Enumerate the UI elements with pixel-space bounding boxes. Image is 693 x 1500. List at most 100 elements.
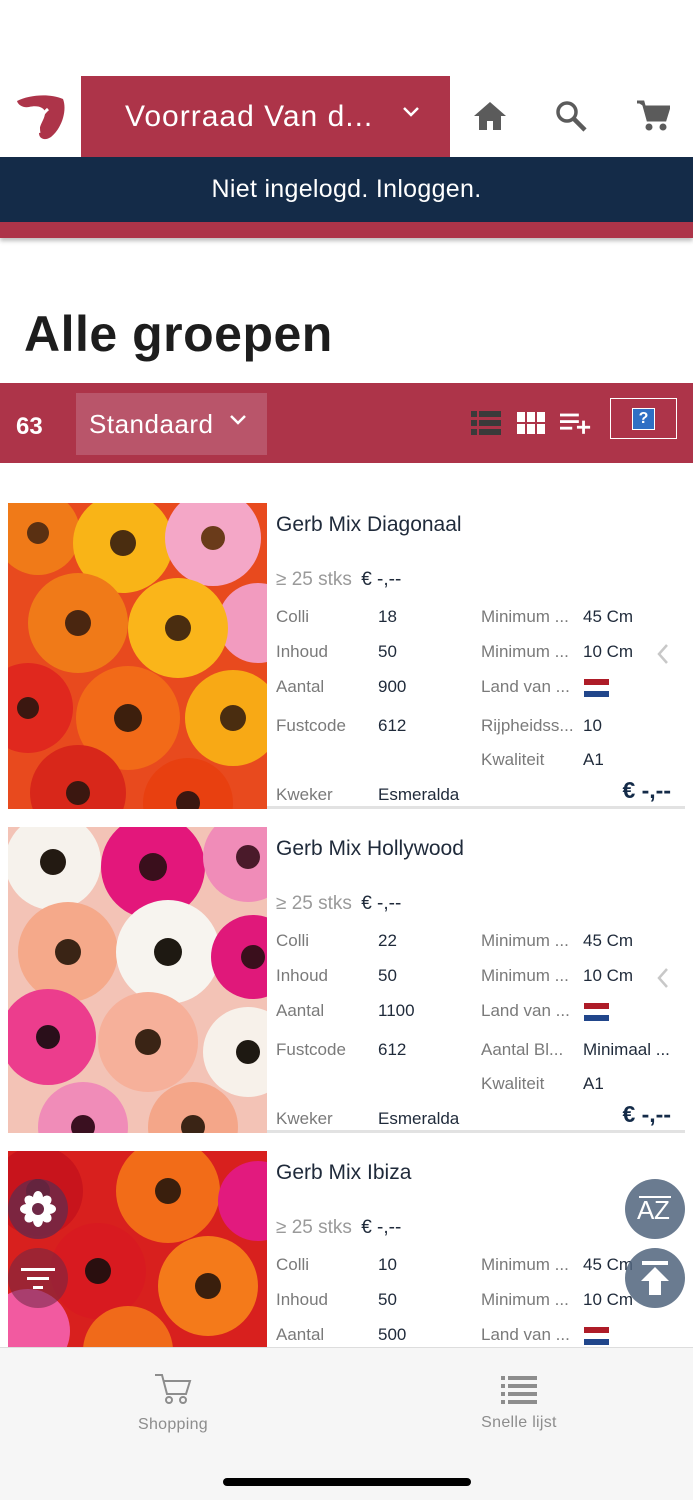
cart-button[interactable] [633,96,673,136]
attr-value: A1 [583,750,604,769]
attr-value: 10 [583,716,602,735]
attr-value: 50 [378,966,397,985]
attr-value: 1100 [378,1001,415,1020]
product-image[interactable] [8,827,267,1133]
page-title: Alle groepen [24,306,333,362]
attr-value: 10 [378,1255,397,1274]
store-selector-label: Voorraad Van d... [125,99,374,133]
attr-value: 900 [378,677,407,696]
attr-value: 500 [378,1325,407,1344]
grower-value: Esmeralda [378,785,460,804]
chevron-down-icon [230,415,246,425]
help-label: ? [632,407,655,430]
tab-shopping[interactable]: Shopping [0,1348,346,1458]
product-price: € -,-- [622,1101,671,1127]
product-image[interactable] [8,503,267,809]
attr-label: Colli [276,607,310,626]
home-button[interactable] [470,96,510,136]
grid-view-button[interactable] [515,408,547,438]
attr-value: 45 Cm [583,607,634,626]
attr-label: Aantal [276,677,325,696]
attr-label: Inhoud [276,966,328,985]
attr-label: Kwaliteit [481,750,545,769]
flag-nl-icon [584,679,609,697]
tier-label: ≥ 25 stks [276,569,352,590]
attr-value: 22 [378,931,397,950]
attr-label: Kwaliteit [481,1074,545,1093]
grower-label: Kweker [276,1109,333,1128]
divider-strip [0,222,693,238]
grid-view-icon [517,412,545,434]
product-card[interactable]: Gerb Mix Ibiza ≥ 25 stks € -,-- Colli 10… [8,1151,685,1347]
tab-snelle-lijst-label: Snelle lijst [481,1414,557,1431]
logo[interactable] [0,76,81,157]
attr-value: 50 [378,1290,397,1309]
flower-filter-icon [20,1191,56,1227]
tier-value: € -,-- [361,1217,402,1238]
sort-selector-label: Standaard [89,408,214,439]
scroll-top-icon [641,1261,669,1295]
cart-outline-icon [155,1374,192,1404]
sort-selector[interactable]: Standaard [76,393,267,455]
svg-text:Z: Z [654,1195,670,1225]
add-to-list-icon [560,413,591,434]
attr-label: Aantal Bl... [481,1040,564,1059]
home-icon [474,102,506,130]
store-selector[interactable]: Voorraad Van d... [81,76,450,157]
attr-value: 18 [378,607,397,626]
category-filter-button[interactable] [8,1179,68,1239]
login-text[interactable]: Niet ingelogd. Inloggen. [212,175,482,204]
chevron-down-icon [403,107,419,117]
add-to-list-button[interactable] [560,408,592,438]
cart-icon [637,100,670,131]
attr-label: Colli [276,931,310,950]
tab-shopping-label: Shopping [137,1416,209,1433]
result-count: 63 [16,413,43,440]
attr-label: Minimum ... [481,1290,569,1309]
sort-az-icon: A Z [637,1195,671,1225]
attr-value: 45 Cm [583,931,634,950]
product-name[interactable]: Gerb Mix Hollywood [276,837,464,861]
attr-label: Inhoud [276,642,328,661]
attr-label: Minimum ... [481,931,569,950]
product-name[interactable]: Gerb Mix Diagonaal [276,513,462,537]
attr-value: 612 [378,1040,407,1059]
attr-label: Minimum ... [481,642,569,661]
home-indicator [223,1478,471,1486]
tier-price: ≥ 25 stks € -,-- [276,893,401,915]
flag-nl-icon [584,1327,609,1345]
attr-value: 50 [378,642,397,661]
attr-label: Fustcode [276,1040,346,1059]
list-view-button[interactable] [470,408,502,438]
attr-value: 612 [378,716,407,735]
attr-label: Inhoud [276,1290,328,1309]
chevron-left-icon[interactable] [656,643,670,665]
search-button[interactable] [551,96,591,136]
attr-label: Land van ... [481,677,570,696]
chevron-left-icon[interactable] [656,967,670,989]
login-bar[interactable]: Niet ingelogd. Inloggen. [0,157,693,222]
attr-label: Land van ... [481,1325,570,1344]
attr-label: Minimum ... [481,1255,569,1274]
scroll-top-button[interactable] [625,1248,685,1308]
sort-az-button[interactable]: A Z [625,1179,685,1239]
attr-label: Rijpheidss... [481,716,574,735]
help-button[interactable]: ? [610,398,677,439]
tab-snelle-lijst[interactable]: Snelle lijst [346,1348,692,1458]
tier-price: ≥ 25 stks € -,-- [276,1217,401,1239]
attr-label: Aantal [276,1325,325,1344]
product-card[interactable]: Gerb Mix Hollywood ≥ 25 stks € -,-- Coll… [8,827,685,1133]
grower-value: Esmeralda [378,1109,460,1128]
attr-label: Colli [276,1255,310,1274]
attr-label: Minimum ... [481,607,569,626]
tier-value: € -,-- [361,893,402,914]
filter-icon [21,1268,55,1289]
product-price: € -,-- [622,777,671,803]
attr-value: Minimaal ... [583,1040,670,1059]
flag-nl-icon [584,1003,609,1021]
product-name[interactable]: Gerb Mix Ibiza [276,1161,411,1185]
logo-icon [16,94,64,139]
product-card[interactable]: Gerb Mix Diagonaal ≥ 25 stks € -,-- Coll… [8,503,685,809]
filter-button[interactable] [8,1248,68,1308]
grower-label: Kweker [276,785,333,804]
